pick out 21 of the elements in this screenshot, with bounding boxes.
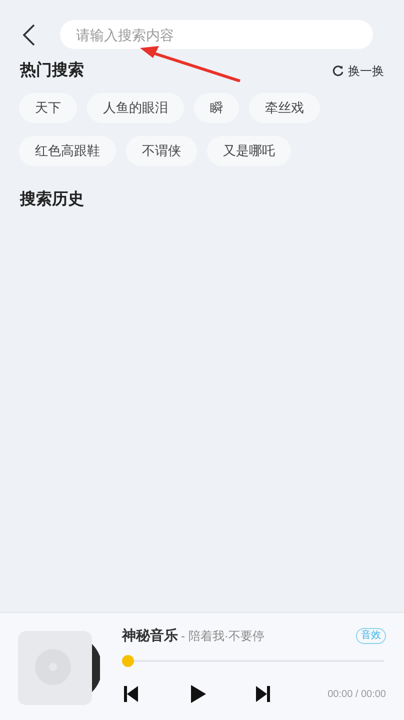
progress-thumb[interactable] xyxy=(122,655,134,667)
refresh-icon xyxy=(332,65,344,77)
song-artist: - 陪着我·不要停 xyxy=(181,628,264,645)
song-title: 神秘音乐 xyxy=(122,626,178,645)
search-field[interactable]: 请输入搜索内容 xyxy=(60,20,373,49)
hot-search-tag[interactable]: 人鱼的眼泪 xyxy=(87,93,184,123)
refresh-button[interactable]: 换一换 xyxy=(332,62,384,80)
play-icon[interactable] xyxy=(190,685,206,703)
section-title: 热门搜索 xyxy=(20,60,84,81)
next-icon[interactable] xyxy=(256,686,270,702)
hot-search-tag[interactable]: 牵丝戏 xyxy=(249,93,320,123)
hot-search-tag[interactable]: 不谓侠 xyxy=(126,136,197,166)
hot-search-tag[interactable]: 又是哪吒 xyxy=(207,136,291,166)
hot-search-tag[interactable]: 瞬 xyxy=(194,93,239,123)
hot-search-tag[interactable]: 天下 xyxy=(19,93,77,123)
back-icon[interactable] xyxy=(22,22,36,46)
previous-icon[interactable] xyxy=(124,686,138,702)
hot-search-tag[interactable]: 红色高跟鞋 xyxy=(19,136,116,166)
section-title: 搜索历史 xyxy=(18,189,85,210)
album-cover-icon xyxy=(18,631,92,705)
playback-time: 00:00 / 00:00 xyxy=(328,688,386,702)
